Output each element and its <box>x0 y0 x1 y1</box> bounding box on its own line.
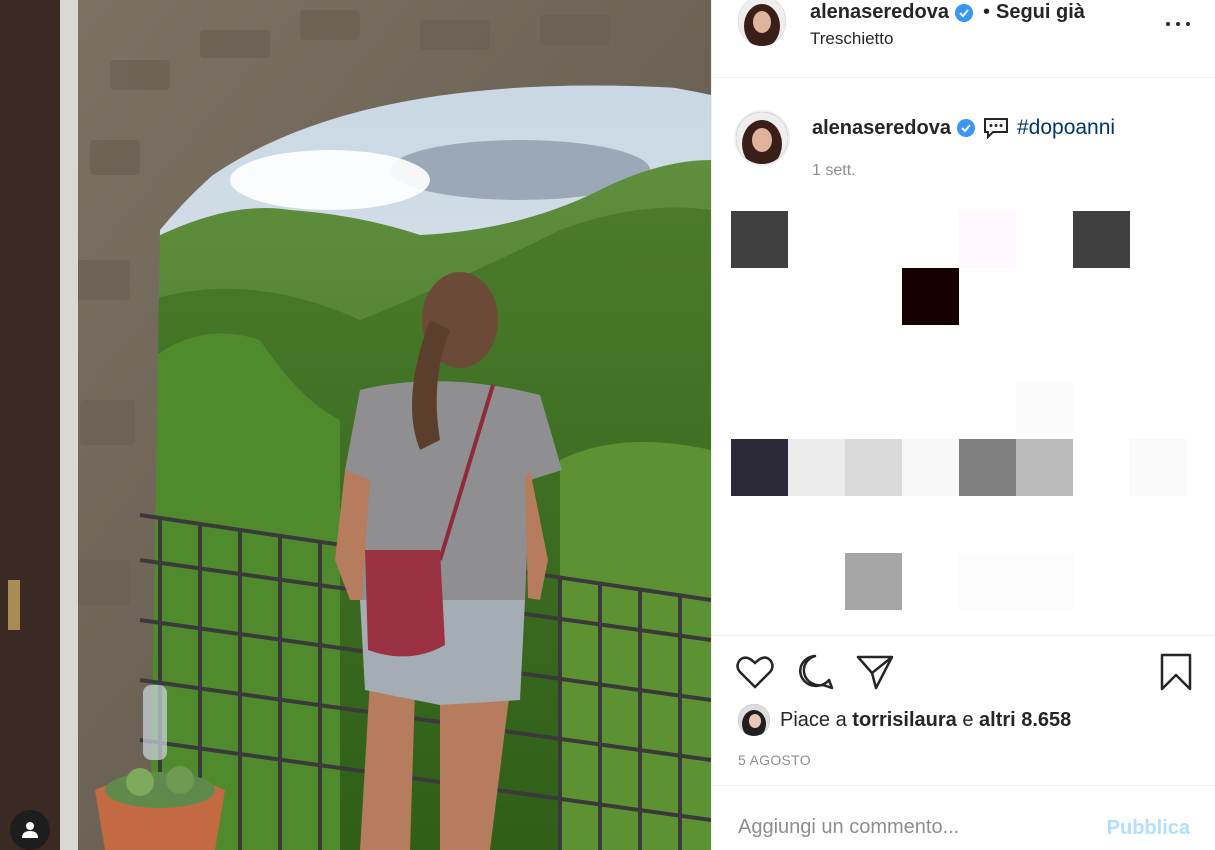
pixel-block <box>1016 439 1073 496</box>
pixel-block <box>1016 382 1073 439</box>
caption-author-avatar[interactable] <box>734 110 790 166</box>
post-side-panel: alenaseredova • Segui già Treschietto al… <box>711 0 1215 850</box>
caption-emoji-blocks <box>731 211 1211 611</box>
pixel-block <box>1073 211 1130 268</box>
likes-conjunction: e <box>962 708 974 731</box>
verified-badge-icon <box>956 119 975 137</box>
pixel-block <box>959 211 1016 268</box>
pixel-block <box>959 439 1016 496</box>
header-user-row: alenaseredova • Segui già <box>810 1 1085 24</box>
likes-summary: Piace a torrisilaura e altri 8.658 <box>738 704 1071 736</box>
pixel-block <box>845 439 902 496</box>
more-options-button[interactable] <box>1166 14 1190 34</box>
speech-balloon-icon <box>983 118 1008 139</box>
publish-button[interactable]: Pubblica <box>1107 817 1190 840</box>
more-dot-icon <box>1176 22 1180 26</box>
avatar-image <box>736 112 788 164</box>
caption-username[interactable]: alenaseredova <box>812 117 951 140</box>
location-link[interactable]: Treschietto <box>810 29 893 49</box>
pixel-block <box>731 439 788 496</box>
post-actions: Piace a torrisilaura e altri 8.658 5 AGO… <box>712 636 1215 786</box>
save-button[interactable] <box>1157 653 1195 691</box>
pixel-block <box>1130 439 1187 496</box>
avatar-image <box>738 0 786 46</box>
pixel-block <box>788 439 845 496</box>
likes-count-link[interactable]: altri 8.658 <box>979 709 1071 732</box>
heart-icon <box>736 656 774 689</box>
comment-box: Pubblica <box>712 786 1215 850</box>
pixel-block <box>959 553 1016 610</box>
comment-button[interactable] <box>796 653 834 691</box>
hashtag-link[interactable]: #dopoanni <box>1017 116 1115 140</box>
liker-avatar[interactable] <box>738 704 770 736</box>
paper-plane-icon <box>856 655 894 690</box>
pixel-block <box>845 553 902 610</box>
liked-by-username[interactable]: torrisilaura <box>852 709 956 732</box>
follow-status-button[interactable]: Segui già <box>996 1 1085 24</box>
verified-badge-icon <box>954 3 973 22</box>
caption-area: alenaseredova #dopoanni 1 sett. <box>712 78 1215 636</box>
pixel-block <box>731 211 788 268</box>
pixel-block <box>902 268 959 325</box>
bookmark-icon <box>1160 653 1192 691</box>
user-icon <box>22 822 38 838</box>
caption-time-ago: 1 sett. <box>812 162 856 179</box>
more-dot-icon <box>1186 22 1190 26</box>
like-button[interactable] <box>736 653 774 691</box>
comment-input[interactable] <box>738 816 1098 839</box>
share-button[interactable] <box>856 653 894 691</box>
pixel-block <box>902 439 959 496</box>
likes-prefix: Piace a <box>780 708 847 731</box>
post-header: alenaseredova • Segui già Treschietto <box>712 0 1215 78</box>
avatar-image <box>738 704 770 736</box>
separator-dot: • <box>982 1 990 23</box>
comment-icon <box>799 654 834 690</box>
author-avatar[interactable] <box>738 0 786 46</box>
author-username[interactable]: alenaseredova <box>810 1 949 24</box>
more-dot-icon <box>1166 22 1170 26</box>
tagged-users-button[interactable] <box>10 810 50 850</box>
post-photo[interactable] <box>0 0 711 850</box>
caption-row: alenaseredova #dopoanni <box>812 116 1115 140</box>
post-date[interactable]: 5 AGOSTO <box>738 752 811 768</box>
photo-scene <box>0 0 711 850</box>
pixel-block <box>1016 553 1073 610</box>
